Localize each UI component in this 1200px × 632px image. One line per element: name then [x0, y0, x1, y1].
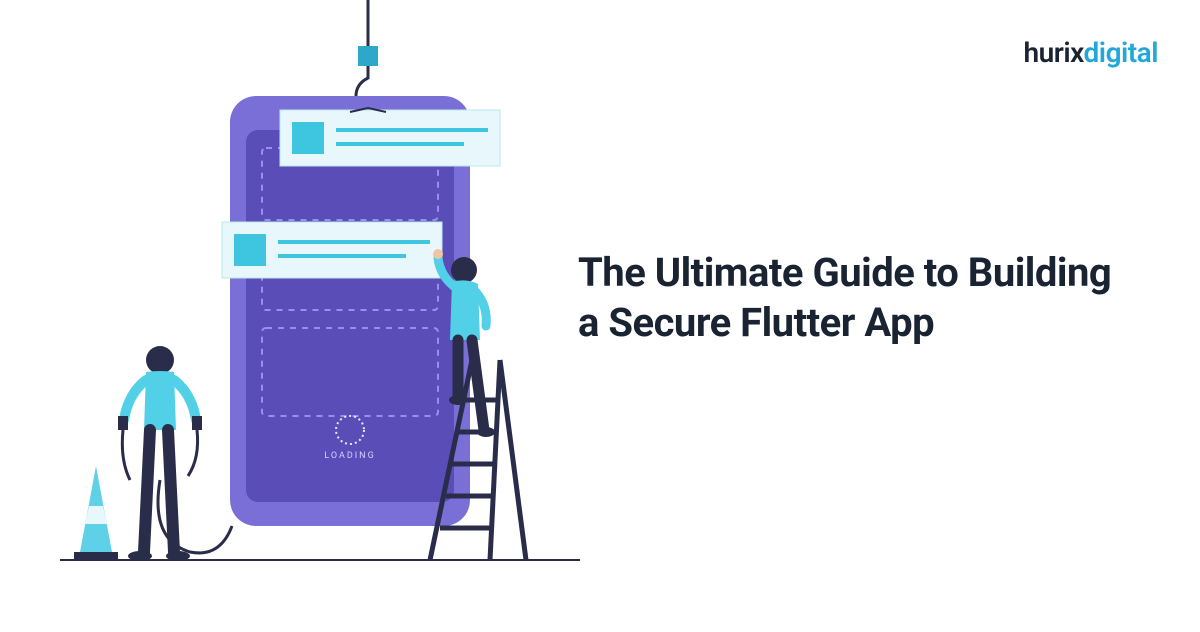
- ui-card-icon: [222, 222, 442, 278]
- hero-illustration: LOADING: [60, 0, 580, 628]
- traffic-cone-icon: [74, 466, 118, 560]
- brand-logo: hurixdigital: [1024, 36, 1158, 69]
- loading-label: LOADING: [324, 451, 375, 461]
- logo-part-2: digital: [1084, 36, 1158, 69]
- person-left-icon: [118, 346, 202, 561]
- page-title: The Ultimate Guide to Building a Secure …: [578, 248, 1118, 348]
- logo-part-1: hurix: [1024, 36, 1084, 69]
- ui-card-icon: [280, 110, 500, 166]
